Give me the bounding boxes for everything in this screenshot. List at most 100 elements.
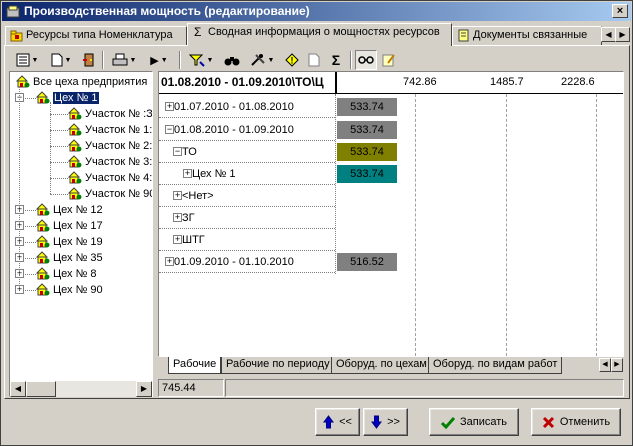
capacity-bar[interactable]: 533.74: [337, 121, 397, 139]
next-button[interactable]: >>: [363, 408, 408, 436]
scroll-left-icon[interactable]: ◀: [10, 381, 26, 397]
close-button[interactable]: ×: [612, 4, 628, 18]
run-button[interactable]: ▶ ▼: [144, 50, 174, 70]
prev-label: <<: [339, 416, 352, 428]
view-list-button[interactable]: ▼: [11, 50, 43, 70]
expand-icon[interactable]: +: [173, 235, 182, 244]
capacity-bar[interactable]: 533.74: [337, 98, 397, 116]
tree-item-label: Цех № 17: [53, 220, 103, 232]
tab-resources-label: Ресурсы типа Номенклатура: [26, 29, 173, 41]
building-icon: [34, 202, 51, 216]
tree-item-label: Цех № 12: [53, 204, 103, 216]
grid-row-label[interactable]: ШТГ: [182, 231, 205, 249]
checkmark-icon: [440, 416, 455, 429]
glasses-icon: [358, 56, 374, 64]
sheet-tab-workers-period[interactable]: Рабочие по периоду: [221, 357, 335, 374]
building-icon: [34, 218, 51, 232]
tree-item[interactable]: Цех № 8: [34, 266, 97, 282]
chevron-down-icon: ▼: [267, 56, 275, 64]
save-button[interactable]: Записать: [429, 408, 519, 436]
department-tree[interactable]: Все цеха предприятия Цех № 1− Участок № :З…: [9, 71, 153, 397]
exit-button[interactable]: [79, 50, 99, 70]
building-icon: [66, 122, 83, 136]
capacity-bar[interactable]: 533.74: [337, 165, 397, 183]
tree-item[interactable]: Участок № 90:Ю: [66, 186, 152, 202]
tree-item[interactable]: Участок № :Заг: [66, 106, 152, 122]
chevron-down-icon: ▼: [129, 56, 137, 64]
sheet-prev-icon[interactable]: ◀: [599, 358, 611, 372]
document-menu-button[interactable]: ▼: [45, 50, 77, 70]
grid-row-label[interactable]: 01.08.2010 - 01.09.2010: [174, 121, 294, 139]
sheet-tab-workers[interactable]: Рабочие: [168, 357, 222, 374]
tree-item[interactable]: Участок № 2:Р: [66, 138, 153, 154]
building-icon: [34, 90, 51, 104]
tree-item[interactable]: Цех № 1: [34, 90, 99, 106]
capacity-grid[interactable]: 01.08.2010 - 01.09.2010\ТО\Ц 742.86 1485…: [158, 71, 624, 357]
row-divider: [159, 272, 335, 273]
tree-item[interactable]: Участок № 1:Р: [66, 122, 153, 138]
tree-item[interactable]: Цех № 12: [34, 202, 103, 218]
tree-item-label: Участок № 1:Р: [85, 124, 153, 136]
expand-icon[interactable]: +: [165, 102, 174, 111]
grid-row-label[interactable]: Цех № 1: [192, 165, 236, 183]
sheet-next-icon[interactable]: ▶: [611, 358, 623, 372]
grid-row-label[interactable]: 01.07.2010 - 01.08.2010: [174, 98, 294, 116]
find-button[interactable]: [221, 50, 243, 70]
scroll-thumb[interactable]: [26, 381, 56, 397]
tab-resources[interactable]: Ресурсы типа Номенклатура: [5, 26, 187, 45]
sum-button[interactable]: Σ: [326, 50, 346, 70]
tree-item[interactable]: Цех № 19: [34, 234, 103, 250]
capacity-bar[interactable]: 533.74: [337, 143, 397, 161]
row-divider: [159, 206, 335, 207]
grid-row-label[interactable]: 01.09.2010 - 01.10.2010: [174, 253, 294, 271]
expand-icon[interactable]: +: [173, 191, 182, 200]
expand-icon[interactable]: +: [173, 213, 182, 222]
tree-item[interactable]: Все цеха предприятия: [14, 74, 147, 90]
tree-item[interactable]: Цех № 35: [34, 250, 103, 266]
sheet-tab-equipment-work[interactable]: Оборуд. по видам работ: [428, 357, 563, 374]
title-bar: Производственная мощность (редактировани…: [2, 2, 631, 21]
tab-scroll-right-icon[interactable]: ▶: [615, 27, 630, 42]
chevron-down-icon: ▼: [206, 56, 214, 64]
edit-button[interactable]: [379, 50, 399, 70]
expand-icon[interactable]: +: [165, 257, 174, 266]
tree-item[interactable]: Цех № 17: [34, 218, 103, 234]
tree-item[interactable]: Цех № 90: [34, 282, 103, 298]
tools-button[interactable]: ▼: [245, 50, 279, 70]
tree-hscrollbar[interactable]: ◀ ▶: [10, 381, 152, 397]
printer-icon: [112, 53, 128, 66]
expand-icon[interactable]: +: [183, 169, 192, 178]
tree-connector: [50, 130, 68, 131]
tab-scroll-left-icon[interactable]: ◀: [601, 27, 616, 42]
scale-label: 742.86: [403, 76, 437, 88]
grid-row-label[interactable]: ЗГ: [182, 209, 195, 227]
tree-item-label: Цех № 8: [53, 268, 97, 280]
grid-row-label[interactable]: ТО: [182, 143, 197, 161]
sheet-tab-equipment-shops[interactable]: Оборуд. по цехам: [331, 357, 432, 374]
tree-item-label: Участок № 4:Го: [85, 172, 153, 184]
column-divider: [335, 94, 336, 274]
status-bar: 745.44: [158, 379, 624, 397]
cancel-button[interactable]: Отменить: [531, 408, 621, 436]
collapse-icon[interactable]: −: [173, 147, 182, 156]
tree-item-label: Участок № 2:Р: [85, 140, 153, 152]
print-button[interactable]: ▼: [107, 50, 141, 70]
info-button[interactable]: !: [282, 50, 302, 70]
grid-row-label[interactable]: <Нет>: [182, 187, 214, 205]
tree-item[interactable]: Участок № 4:Го: [66, 170, 153, 186]
prev-button[interactable]: <<: [315, 408, 360, 436]
tree-connector: [50, 194, 68, 195]
tree-item-label: Цех № 90: [53, 284, 103, 296]
scale-label: 1485.7: [490, 76, 524, 88]
collapse-icon[interactable]: −: [165, 125, 174, 134]
scroll-right-icon[interactable]: ▶: [136, 381, 152, 397]
tab-documents[interactable]: Документы связанные: [452, 26, 602, 45]
tree-item[interactable]: Участок № 3:Т: [66, 154, 152, 170]
filter-button[interactable]: ▼: [184, 50, 218, 70]
capacity-bar[interactable]: 516.52: [337, 253, 397, 271]
tab-summary[interactable]: Σ Сводная информация о мощностях ресурсо…: [187, 23, 452, 46]
toolbar-separator: [179, 51, 181, 69]
toolbar-separator: [102, 51, 104, 69]
view-toggle-button[interactable]: [355, 50, 377, 70]
new-document-button[interactable]: [304, 50, 324, 70]
